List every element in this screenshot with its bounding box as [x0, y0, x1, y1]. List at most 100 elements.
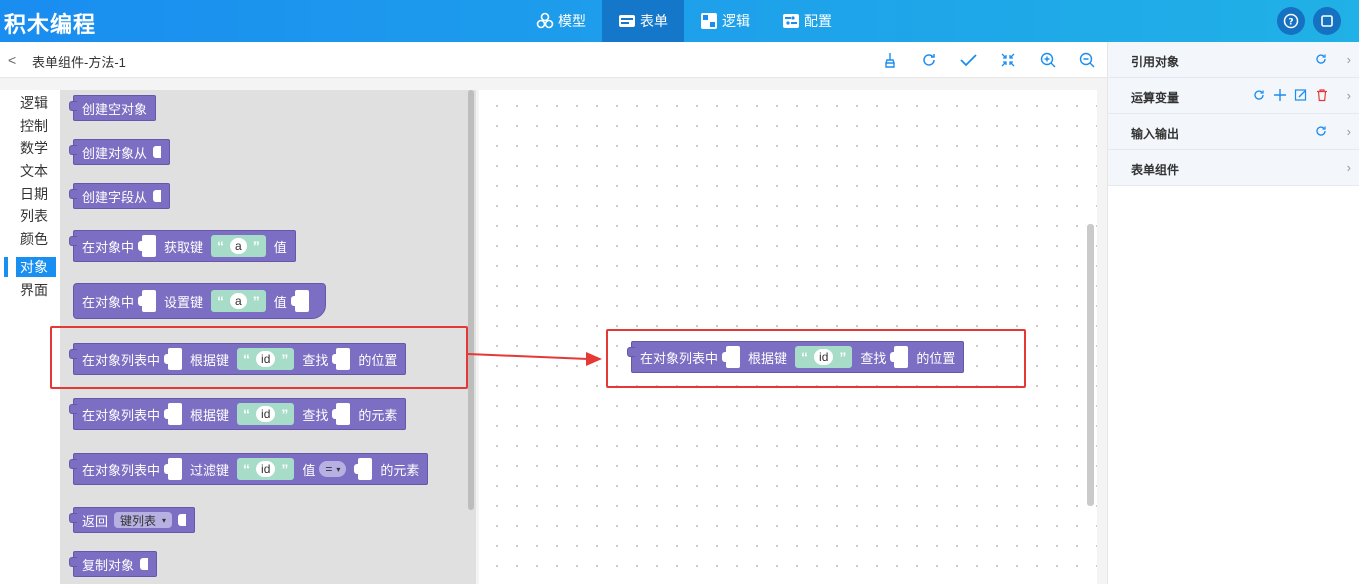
- config-icon: [783, 14, 799, 28]
- block-create-object-from[interactable]: 创建对象从: [69, 139, 171, 165]
- return-dropdown[interactable]: 键列表 ▾: [114, 512, 173, 528]
- arrow-icon: [468, 352, 602, 366]
- window-icon: [1321, 15, 1333, 27]
- highlight-box-target: [606, 329, 1026, 388]
- dropdown-value: 键列表: [120, 513, 157, 528]
- block-label: 复制对象: [82, 557, 135, 573]
- panel-row-label: 运算变量: [1131, 91, 1180, 105]
- string-input[interactable]: “id”: [237, 403, 295, 425]
- add-icon[interactable]: [1273, 88, 1287, 102]
- help-button[interactable]: ?: [1277, 7, 1305, 35]
- panel-row-input-output[interactable]: 输入输出 ›: [1108, 114, 1359, 150]
- input-slot[interactable]: [138, 290, 157, 312]
- highlight-box-source: [50, 326, 468, 389]
- delete-icon[interactable]: [1315, 88, 1329, 102]
- block-label: 在对象列表中: [82, 462, 161, 478]
- refresh-icon[interactable]: [1314, 52, 1328, 66]
- block-copy-object[interactable]: 复制对象: [69, 551, 158, 577]
- input-slot[interactable]: [354, 458, 373, 480]
- nav-model-label: 模型: [558, 13, 586, 29]
- dropdown-arrow-icon: ▾: [336, 464, 341, 474]
- block-label: 在对象列表中: [82, 407, 161, 423]
- panel-row-label: 引用对象: [1131, 55, 1180, 69]
- block-label: 的元素: [358, 407, 398, 423]
- string-input[interactable]: “a”: [211, 235, 266, 257]
- category-list[interactable]: 列表: [4, 206, 56, 226]
- help-icon: ?: [1283, 13, 1299, 29]
- zoom-in-icon[interactable]: [1039, 51, 1057, 69]
- block-label: 值: [302, 462, 316, 478]
- nav-model[interactable]: 模型: [520, 0, 602, 42]
- block-label: 获取键: [164, 239, 204, 255]
- block-label: 查找: [302, 407, 329, 423]
- input-slot[interactable]: [290, 290, 309, 312]
- nav-form-label: 表单: [640, 13, 668, 29]
- panel-row-referenced-objects[interactable]: 引用对象 ›: [1108, 42, 1359, 78]
- app-header: 积木编程 模型 表单 逻辑 配置 ?: [0, 0, 1359, 42]
- refresh-icon[interactable]: [1314, 124, 1328, 138]
- flyout-scrollbar[interactable]: [468, 90, 474, 510]
- logic-icon: [701, 13, 717, 29]
- block-label: 值: [273, 239, 287, 255]
- block-object-get-key[interactable]: 在对象中 获取键 “a” 值: [69, 230, 296, 262]
- nav-form[interactable]: 表单: [602, 0, 684, 42]
- chevron-right-icon[interactable]: ›: [1347, 124, 1351, 139]
- page-title: 表单组件-方法-1: [32, 55, 126, 70]
- nav-config[interactable]: 配置: [766, 0, 848, 42]
- string-input[interactable]: “id”: [237, 458, 295, 480]
- main-nav: 模型 表单 逻辑 配置: [520, 0, 848, 42]
- fit-icon[interactable]: [999, 51, 1017, 69]
- sub-toolbar: < 表单组件-方法-1: [0, 42, 1107, 78]
- zoom-out-icon[interactable]: [1078, 51, 1096, 69]
- category-date[interactable]: 日期: [4, 184, 56, 204]
- input-slot[interactable]: [138, 235, 157, 257]
- category-color[interactable]: 颜色: [4, 229, 56, 249]
- block-label: 在对象中: [82, 294, 135, 310]
- svg-text:?: ?: [1288, 18, 1293, 28]
- panel-row-form-components[interactable]: 表单组件 ›: [1108, 150, 1359, 186]
- nav-logic[interactable]: 逻辑: [684, 0, 766, 42]
- brush-icon[interactable]: [881, 51, 899, 69]
- app-title: 积木编程: [4, 13, 97, 38]
- category-ui[interactable]: 界面: [4, 280, 56, 300]
- edit-icon[interactable]: [1294, 88, 1308, 102]
- form-icon: [619, 15, 635, 27]
- chevron-right-icon[interactable]: ›: [1347, 160, 1351, 175]
- block-label: 创建对象从: [82, 145, 148, 161]
- window-button[interactable]: [1313, 7, 1341, 35]
- chevron-right-icon[interactable]: ›: [1347, 88, 1351, 103]
- block-label: 在对象中: [82, 239, 135, 255]
- check-icon[interactable]: [959, 51, 977, 69]
- panel-row-label: 表单组件: [1131, 163, 1180, 177]
- right-panel: 引用对象 › 运算变量 › 输入输出 › 表单组件 ›: [1107, 42, 1359, 584]
- operator-dropdown[interactable]: = ▾: [319, 461, 347, 477]
- block-create-empty-object[interactable]: 创建空对象: [69, 95, 157, 121]
- chevron-right-icon[interactable]: ›: [1347, 52, 1351, 67]
- block-return-keys[interactable]: 返回 键列表 ▾: [69, 507, 196, 533]
- block-label: 值: [273, 294, 287, 310]
- input-slot[interactable]: [332, 403, 351, 425]
- string-value[interactable]: id: [256, 461, 276, 477]
- string-value[interactable]: a: [230, 238, 247, 254]
- canvas-scrollbar[interactable]: [1087, 224, 1094, 506]
- string-value[interactable]: id: [256, 406, 276, 422]
- category-object[interactable]: 对象: [4, 257, 56, 277]
- panel-row-variables[interactable]: 运算变量 ›: [1108, 78, 1359, 114]
- category-control[interactable]: 控制: [4, 116, 56, 136]
- string-input[interactable]: “a”: [211, 290, 266, 312]
- category-math[interactable]: 数学: [4, 138, 56, 158]
- category-text[interactable]: 文本: [4, 161, 56, 181]
- string-value[interactable]: a: [230, 293, 247, 309]
- refresh-icon[interactable]: [1252, 88, 1266, 102]
- back-button[interactable]: <: [8, 52, 16, 68]
- refresh-icon[interactable]: [920, 51, 938, 69]
- input-slot[interactable]: [164, 403, 183, 425]
- block-object-list-filter[interactable]: 在对象列表中 过滤键 “id” 值 = ▾ 的元素: [69, 453, 429, 485]
- nav-logic-label: 逻辑: [722, 13, 750, 29]
- category-logic[interactable]: 逻辑: [4, 93, 56, 113]
- input-slot[interactable]: [164, 458, 183, 480]
- block-object-list-find-element[interactable]: 在对象列表中 根据键 “id” 查找 的元素: [69, 398, 407, 430]
- block-object-set-key[interactable]: 在对象中 设置键 “a” 值: [73, 283, 326, 319]
- block-create-field-from[interactable]: 创建字段从: [69, 183, 171, 209]
- workspace: 逻辑 控制 数学 文本 日期 列表 颜色 对象 界面 创建空对象 创建对象从 创…: [0, 78, 1107, 584]
